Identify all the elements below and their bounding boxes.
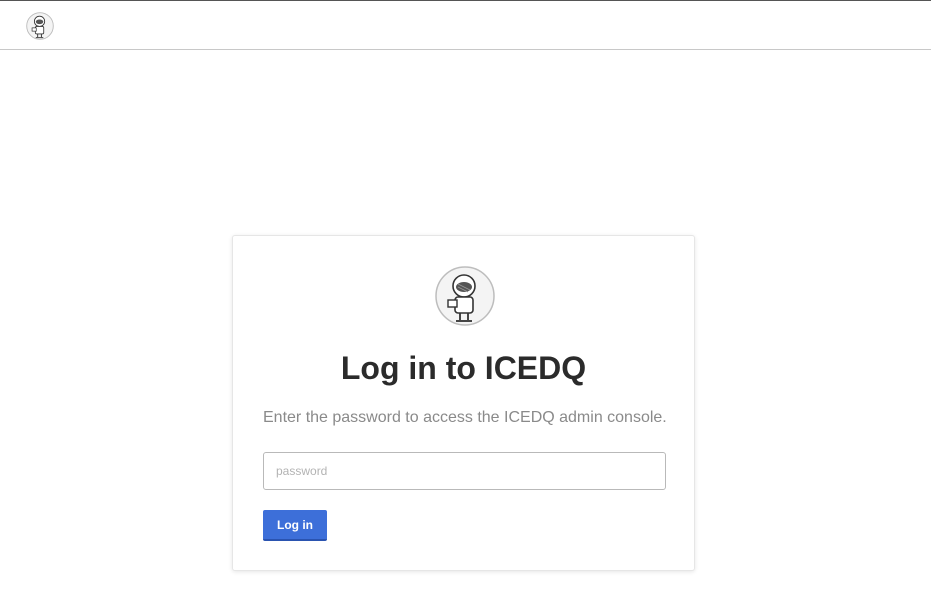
astronaut-avatar-icon [435, 266, 495, 326]
password-field[interactable] [263, 452, 666, 490]
login-subtitle: Enter the password to access the ICEDQ a… [263, 409, 667, 426]
login-button[interactable]: Log in [263, 510, 327, 541]
page-title: Log in to ICEDQ [340, 350, 587, 386]
astronaut-logo-icon[interactable] [26, 12, 54, 40]
top-bar [0, 0, 931, 50]
login-card: Log in to ICEDQ Enter the password to ac… [232, 235, 695, 571]
